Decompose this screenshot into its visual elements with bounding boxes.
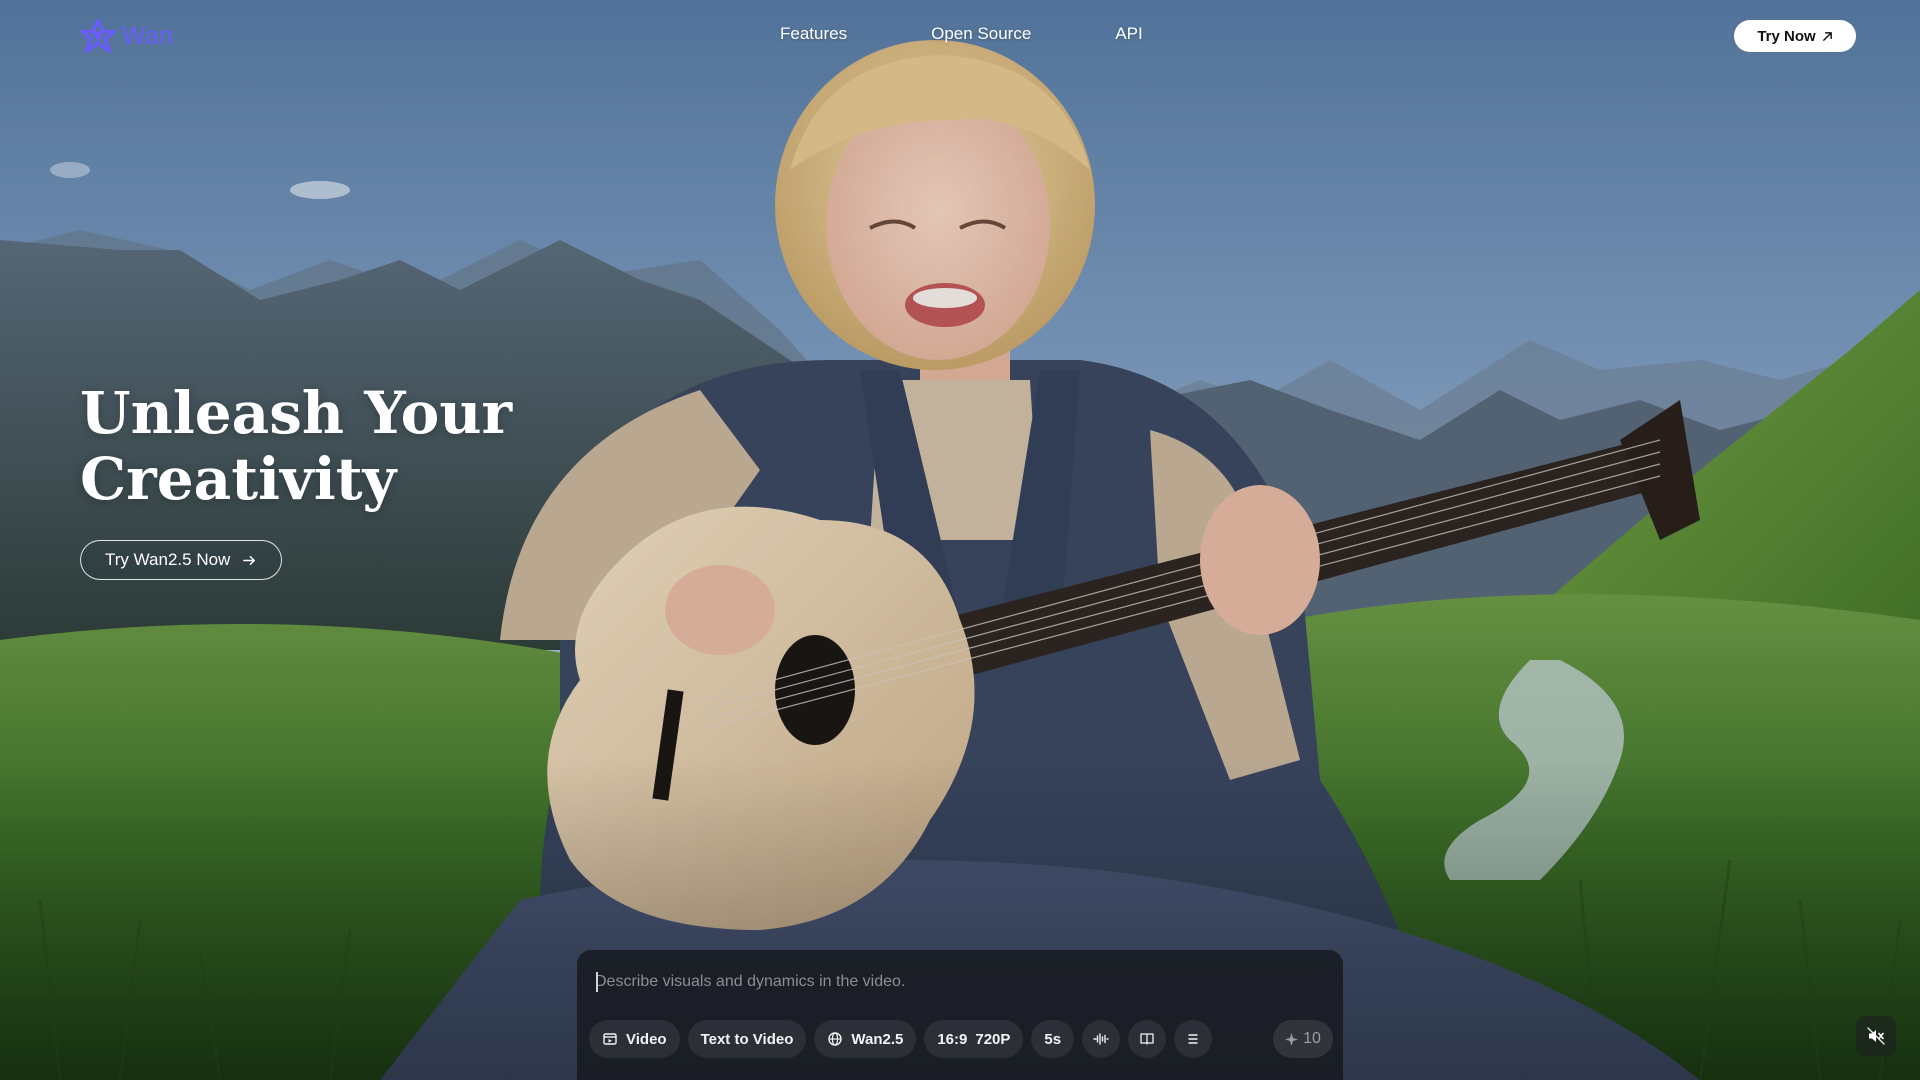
nav-link-open-source[interactable]: Open Source: [931, 24, 1031, 44]
waveform-icon: [1093, 1033, 1109, 1045]
mode-label: Video: [626, 1030, 667, 1048]
brand-name: Wan: [122, 21, 174, 50]
prompt-panel: Video Text to Video Wan2.5 16:9 720P 5s: [577, 950, 1343, 1080]
duration-selector[interactable]: 5s: [1031, 1020, 1075, 1058]
arrow-up-right-icon: [1822, 31, 1832, 41]
menu-lines-icon: [1188, 1034, 1198, 1044]
mute-button[interactable]: [1856, 1016, 1896, 1056]
duration-label: 5s: [1044, 1030, 1062, 1048]
generation-type-label: Text to Video: [700, 1030, 794, 1048]
model-label: Wan2.5: [851, 1030, 904, 1048]
try-now-button[interactable]: Try Now: [1734, 20, 1856, 52]
audio-toggle[interactable]: [1082, 1020, 1121, 1058]
nav-link-features[interactable]: Features: [780, 24, 847, 44]
wan-logo[interactable]: Wan: [80, 18, 173, 54]
prompt-input[interactable]: [595, 970, 1315, 994]
speaker-muted-icon: [1867, 1027, 1885, 1045]
nav-links: Features Open Source API: [780, 24, 1143, 44]
sparkle-icon: [1285, 1032, 1299, 1046]
mode-selector[interactable]: Video: [589, 1020, 680, 1058]
credits-count: 10: [1303, 1030, 1321, 1047]
hero-title-line-1: Unleash Your: [80, 379, 513, 447]
hero-title: Unleash Your Creativity: [80, 380, 600, 512]
arrow-right-icon: [243, 555, 256, 565]
video-icon: [603, 1033, 617, 1045]
globe-icon: [828, 1032, 843, 1046]
generate-button[interactable]: 10: [1273, 1020, 1333, 1058]
book-icon: [1140, 1033, 1154, 1045]
prompt-toolbar: Video Text to Video Wan2.5 16:9 720P 5s: [589, 1020, 1213, 1058]
aspect-ratio-label: 16:9: [937, 1030, 968, 1048]
generation-type-selector[interactable]: Text to Video: [687, 1020, 807, 1058]
wan-logo-icon: [80, 19, 116, 53]
more-options-button[interactable]: [1174, 1020, 1213, 1058]
landing-page: Wan Features Open Source API Try Now Unl…: [0, 0, 1920, 1080]
prompt-library-button[interactable]: [1128, 1020, 1167, 1058]
try-wan-now-button[interactable]: Try Wan2.5 Now: [80, 540, 283, 580]
hero-title-line-2: Creativity: [80, 445, 397, 513]
hero-video-background: [0, 0, 1920, 1080]
resolution-label: 720P: [975, 1030, 1011, 1048]
try-now-label: Try Now: [1757, 27, 1816, 45]
format-selector[interactable]: 16:9 720P: [924, 1020, 1024, 1058]
hero-cta-label: Try Wan2.5 Now: [105, 550, 231, 569]
text-caret: [596, 972, 598, 992]
nav-link-api[interactable]: API: [1115, 24, 1142, 44]
model-selector[interactable]: Wan2.5: [814, 1020, 917, 1058]
top-nav: Wan Features Open Source API Try Now: [0, 0, 1920, 70]
